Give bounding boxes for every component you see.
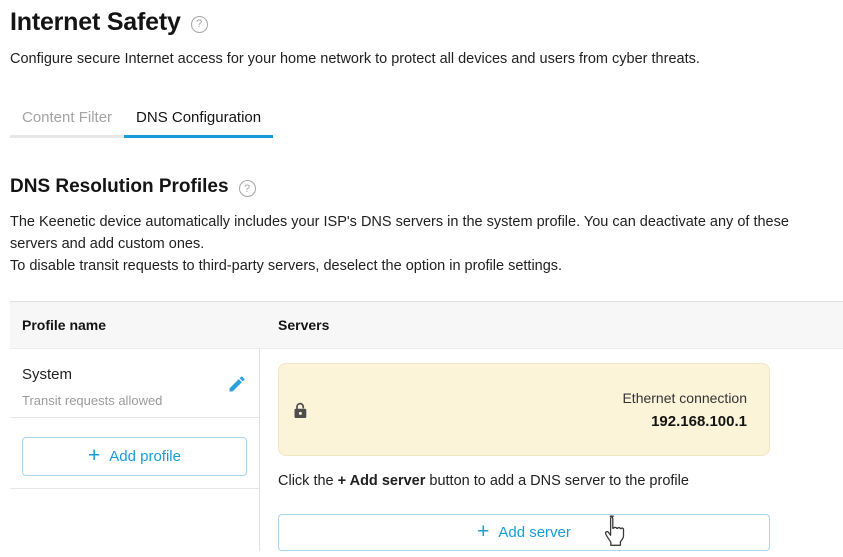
add-profile-label: Add profile <box>109 448 181 465</box>
section-help-icon[interactable]: ? <box>239 180 256 197</box>
section-title: DNS Resolution Profiles <box>10 176 229 198</box>
tab-bar: Content Filter DNS Configuration <box>10 103 833 138</box>
add-server-label: Add server <box>498 524 571 541</box>
profile-column: System Transit requests allowed + Add pr… <box>10 349 260 551</box>
tab-dns-configuration[interactable]: DNS Configuration <box>124 103 273 138</box>
profile-name: System <box>22 366 162 383</box>
section-description-line1: The Keenetic device automatically includ… <box>10 211 833 255</box>
section-description: The Keenetic device automatically includ… <box>10 211 833 277</box>
edit-profile-icon[interactable] <box>227 374 247 417</box>
server-ip-address: 192.168.100.1 <box>622 413 747 430</box>
table-header-row: Profile name Servers <box>10 302 843 349</box>
column-header-servers: Servers <box>260 302 843 348</box>
pencil-icon <box>227 374 247 394</box>
add-profile-cell: + Add profile <box>10 418 259 489</box>
dns-server-card[interactable]: Ethernet connection 192.168.100.1 <box>278 363 770 456</box>
profile-row-system: System Transit requests allowed <box>10 349 259 418</box>
dns-profiles-table: Profile name Servers System Transit requ… <box>10 301 843 551</box>
profile-status: Transit requests allowed <box>22 393 162 408</box>
hint-bold: + Add server <box>338 473 426 489</box>
section-header: DNS Resolution Profiles ? <box>10 176 833 198</box>
add-server-hint: Click the + Add server button to add a D… <box>278 473 770 489</box>
add-server-wrap: + Add server <box>278 514 770 551</box>
section-description-line2: To disable transit requests to third-par… <box>10 255 833 277</box>
profile-info: System Transit requests allowed <box>22 366 162 417</box>
server-connection-label: Ethernet connection <box>622 390 747 406</box>
server-info: Ethernet connection 192.168.100.1 <box>622 390 747 430</box>
column-header-profile-name: Profile name <box>10 302 260 348</box>
add-server-button[interactable]: + Add server <box>278 514 770 551</box>
hint-prefix: Click the <box>278 473 338 489</box>
lock-open-icon <box>293 401 308 419</box>
table-body: System Transit requests allowed + Add pr… <box>10 349 843 551</box>
page-header: Internet Safety ? <box>10 0 833 37</box>
page-subtitle: Configure secure Internet access for you… <box>10 51 833 67</box>
add-profile-button[interactable]: + Add profile <box>22 437 247 476</box>
plus-icon: + <box>477 521 489 542</box>
tab-content-filter[interactable]: Content Filter <box>10 103 124 138</box>
help-icon[interactable]: ? <box>191 16 208 33</box>
plus-icon: + <box>88 445 100 466</box>
page-title: Internet Safety <box>10 8 181 37</box>
servers-column: Ethernet connection 192.168.100.1 Click … <box>260 349 843 551</box>
hint-suffix: button to add a DNS server to the profil… <box>425 473 689 489</box>
